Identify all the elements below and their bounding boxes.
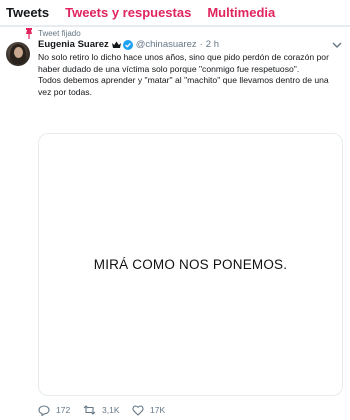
- author-name[interactable]: Eugenia Suarez: [38, 39, 109, 50]
- like-count: 17K: [150, 405, 166, 415]
- tweet-timestamp[interactable]: 2 h: [206, 39, 219, 50]
- crown-icon: [111, 41, 121, 48]
- tab-tweets-and-replies[interactable]: Tweets y respuestas: [59, 5, 201, 20]
- tweet-media-image[interactable]: MIRÁ COMO NOS PONEMOS.: [38, 133, 343, 396]
- avatar-face: [14, 47, 23, 58]
- retweet-button[interactable]: 3,1K: [83, 405, 132, 415]
- retweet-icon: [83, 405, 96, 415]
- tweet-paragraph-2: Todos debemos aprender y "matar" al "mac…: [38, 75, 329, 98]
- like-button[interactable]: 17K: [132, 405, 172, 416]
- pinned-label: Tweet fijado: [38, 28, 81, 38]
- tab-media[interactable]: Multimedia: [201, 5, 285, 20]
- profile-tabs: Tweets Tweets y respuestas Multimedia: [0, 0, 350, 26]
- tweet-header: Eugenia Suarez @chinasuarez · 2 h: [38, 39, 219, 50]
- reply-button[interactable]: 172: [38, 404, 83, 416]
- pinned-indicator: Tweet fijado: [24, 27, 81, 39]
- pinned-tweet[interactable]: Tweet fijado Eugenia Suarez @chinasuarez…: [0, 27, 350, 420]
- verified-badge-icon: [122, 39, 133, 50]
- heart-icon: [132, 405, 144, 416]
- media-caption-text: MIRÁ COMO NOS PONEMOS.: [93, 257, 288, 272]
- pin-icon: [26, 27, 32, 39]
- retweet-count: 3,1K: [102, 405, 120, 415]
- author-handle[interactable]: @chinasuarez: [136, 39, 197, 50]
- separator-dot: ·: [199, 39, 203, 50]
- tweet-paragraph-1: No solo retiro lo dicho hace unos años, …: [38, 52, 329, 74]
- tweet-actions: 172 3,1K 17K: [38, 403, 172, 417]
- tab-tweets[interactable]: Tweets: [0, 5, 59, 20]
- chevron-down-icon[interactable]: [332, 41, 342, 49]
- profile-page: Tweets Tweets y respuestas Multimedia Tw…: [0, 0, 350, 420]
- tweet-text: No solo retiro lo dicho hace unos años, …: [38, 52, 342, 99]
- reply-icon: [38, 404, 50, 416]
- reply-count: 172: [56, 405, 71, 415]
- avatar[interactable]: [6, 42, 30, 66]
